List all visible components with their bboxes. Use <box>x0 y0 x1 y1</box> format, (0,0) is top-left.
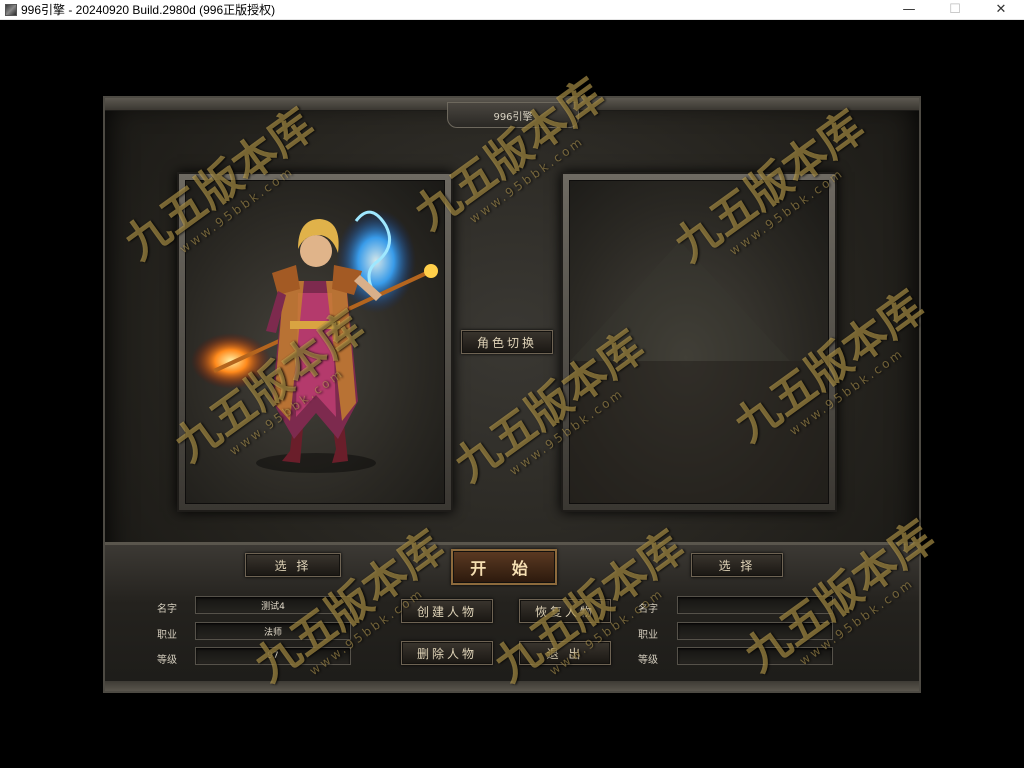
right-class-label: 职业 <box>638 630 658 641</box>
select-left-button[interactable]: 选 择 <box>245 553 341 577</box>
frame-title: 996引擎 <box>493 111 533 123</box>
right-level-field <box>677 647 833 665</box>
delete-character-button[interactable]: 删除人物 <box>401 641 493 665</box>
character-slot-right-view <box>569 180 829 504</box>
window-title: 996引擎 - 20240920 Build.2980d (996正版授权) <box>21 3 276 17</box>
character-select-frame: 996引擎 角色切换 选 择 名字 测试4 职业 法师 等级 97 开 始 创建… <box>103 96 921 693</box>
close-button[interactable]: ✕ <box>978 0 1024 20</box>
window-titlebar: 996引擎 - 20240920 Build.2980d (996正版授权) —… <box>0 0 1024 20</box>
left-name-label: 名字 <box>157 604 177 615</box>
right-level-label: 等级 <box>638 655 658 666</box>
character-slot-left[interactable] <box>177 172 453 512</box>
start-game-button[interactable]: 开 始 <box>451 549 557 585</box>
minimize-button[interactable]: — <box>886 0 932 20</box>
maximize-button[interactable]: ☐ <box>932 0 978 20</box>
left-level-field: 97 <box>195 647 351 665</box>
left-class-field: 法师 <box>195 622 351 640</box>
pyramid-background-art <box>570 241 828 503</box>
control-bar: 选 择 名字 测试4 职业 法师 等级 97 开 始 创建人物 恢复人物 删除人… <box>105 542 919 691</box>
left-level-label: 等级 <box>157 655 177 666</box>
frame-title-plate: 996引擎 <box>447 102 579 128</box>
character-slot-left-view <box>185 180 445 504</box>
select-right-button[interactable]: 选 择 <box>691 553 783 577</box>
right-name-field <box>677 596 833 614</box>
left-name-field: 测试4 <box>195 596 351 614</box>
right-name-label: 名字 <box>638 604 658 615</box>
right-class-field <box>677 622 833 640</box>
restore-character-button[interactable]: 恢复人物 <box>519 599 611 623</box>
left-class-label: 职业 <box>157 630 177 641</box>
create-character-button[interactable]: 创建人物 <box>401 599 493 623</box>
mage-character-figure <box>191 209 438 473</box>
role-switch-button[interactable]: 角色切换 <box>461 330 553 354</box>
exit-button[interactable]: 退 出 <box>519 641 611 665</box>
character-slot-right[interactable] <box>561 172 837 512</box>
app-icon <box>5 3 17 16</box>
